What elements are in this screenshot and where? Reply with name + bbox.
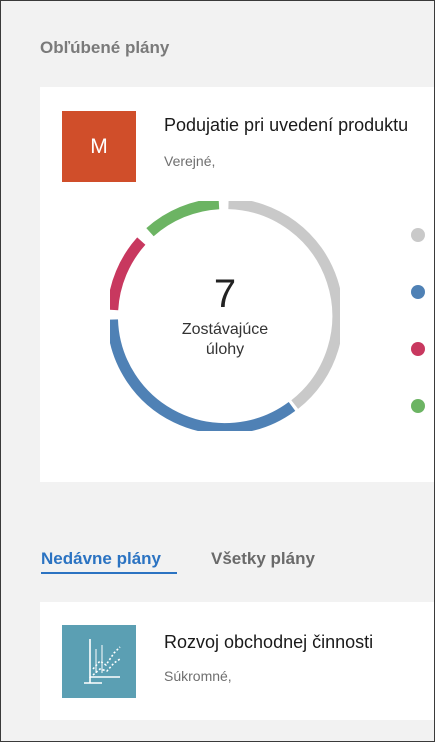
favorites-section-title: Obľúbené plány <box>40 38 170 57</box>
plan-name: Podujatie pri uvedení produktu <box>164 115 409 135</box>
remaining-tasks-donut <box>110 201 340 431</box>
plan-visibility: Súkromné, <box>164 668 232 684</box>
chart-icon <box>84 639 121 684</box>
plan-tile-letter: M <box>90 134 108 158</box>
tab-recent-plans[interactable]: Nedávne plány <box>41 549 161 569</box>
legend-dot-green <box>411 399 425 413</box>
recent-plan-card[interactable]: Rozvoj obchodnej činnosti Súkromné, <box>40 602 434 720</box>
donut-segment-gray <box>228 201 340 409</box>
plans-tabs: Nedávne plány Všetky plány <box>41 549 434 579</box>
tab-active-indicator <box>41 572 177 574</box>
plan-name: Rozvoj obchodnej činnosti <box>164 632 374 652</box>
plan-tile-chart <box>62 625 136 698</box>
app-frame: Obľúbené plány M Podujatie pri uvedení p… <box>0 0 435 742</box>
legend-dot-blue <box>411 285 425 299</box>
donut-segment-red <box>110 237 146 311</box>
legend-dot-gray <box>411 228 425 242</box>
donut-segment-green <box>146 201 220 237</box>
plan-tile: M <box>62 111 136 182</box>
plan-visibility: Verejné, <box>164 153 216 169</box>
favorite-plan-card[interactable]: M Podujatie pri uvedení produktu Verejné… <box>40 87 434 482</box>
tab-all-plans[interactable]: Všetky plány <box>211 549 315 569</box>
donut-segment-blue <box>110 319 296 431</box>
legend-dot-red <box>411 342 425 356</box>
